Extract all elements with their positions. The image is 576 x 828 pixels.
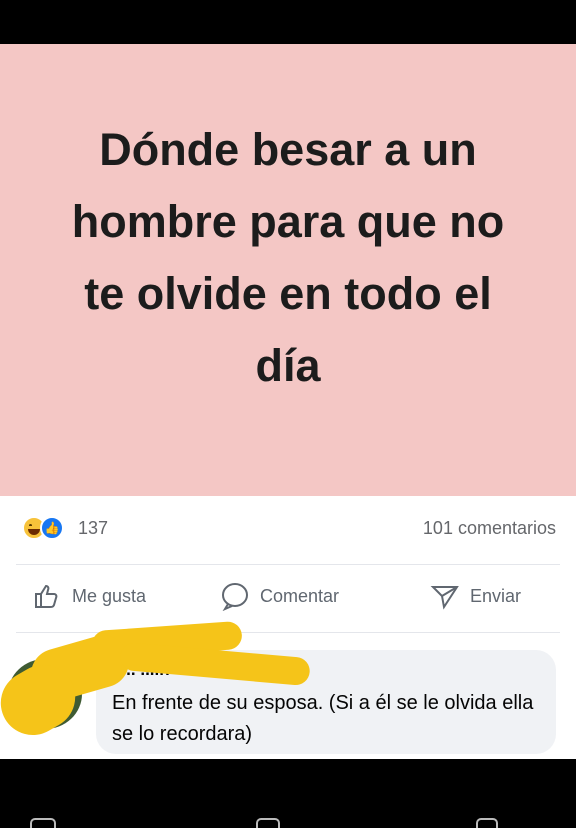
nav-icon[interactable]: [256, 818, 280, 828]
bottom-navigation-bar: [0, 800, 576, 828]
divider: [16, 564, 560, 565]
reactions-row[interactable]: 👍 137 101 comentarios: [0, 514, 576, 542]
post-image: Dónde besar a un hombre para que no te o…: [0, 44, 576, 496]
like-button-label: Me gusta: [72, 585, 147, 606]
like-button[interactable]: Me gusta: [32, 578, 146, 614]
comment-button[interactable]: Comentar: [220, 578, 339, 614]
post-image-text: Dónde besar a un hombre para que no te o…: [71, 124, 505, 391]
share-button-label: Enviar: [470, 585, 522, 606]
post-card: 👍 137 101 comentarios Me gusta Comentar: [0, 496, 576, 759]
nav-icon[interactable]: [476, 818, 498, 828]
comments-count[interactable]: 101 comentarios: [423, 518, 556, 539]
actions-row: Me gusta Comentar Enviar: [0, 578, 576, 614]
speech-bubble-icon: [222, 583, 248, 611]
comment-text: En frente de su esposa. (Si a él se le o…: [112, 692, 534, 745]
comment-button-label: Comentar: [260, 585, 340, 606]
reaction-icons[interactable]: 👍: [22, 516, 70, 542]
thumbs-up-icon: [35, 584, 58, 608]
share-button[interactable]: Enviar: [430, 578, 521, 614]
like-reaction-icon: 👍: [40, 516, 64, 540]
reaction-count[interactable]: 137: [78, 518, 108, 539]
nav-icon[interactable]: [30, 818, 56, 828]
send-icon: [430, 586, 459, 610]
